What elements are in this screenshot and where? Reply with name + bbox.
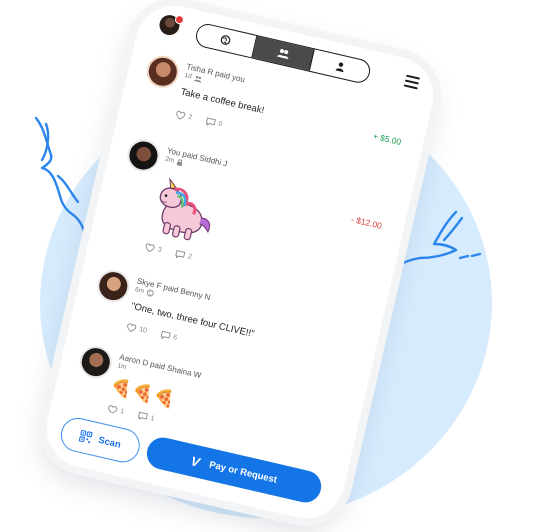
- transaction-amount: + $5.00: [372, 130, 403, 148]
- feed-item-time: 2m: [164, 155, 175, 165]
- tab-public[interactable]: [194, 22, 258, 58]
- pay-or-request-label: Pay or Request: [208, 458, 279, 486]
- notification-dot: [174, 14, 185, 26]
- friends-icon: [276, 48, 288, 60]
- comment-icon: [175, 250, 186, 259]
- tab-mine[interactable]: [310, 49, 371, 83]
- like-button[interactable]: 2: [175, 110, 193, 123]
- qr-code-icon: [79, 429, 93, 444]
- comment-button[interactable]: 0: [205, 117, 223, 130]
- like-button[interactable]: 3: [144, 242, 162, 255]
- feed-item-actions: 3 2: [144, 242, 193, 262]
- heart-icon: [145, 243, 155, 253]
- like-button[interactable]: 10: [126, 322, 148, 335]
- feed-item-time: 6m: [134, 286, 145, 296]
- feed-item-time: 1d: [183, 71, 193, 81]
- avatar[interactable]: [76, 342, 115, 382]
- scan-label: Scan: [97, 434, 122, 451]
- avatar[interactable]: [143, 52, 183, 91]
- like-count: 10: [138, 326, 148, 335]
- comment-count: 6: [172, 333, 178, 342]
- avatar[interactable]: [94, 266, 133, 306]
- venmo-logo-icon: V: [189, 452, 202, 470]
- feed-item-actions: 10 6: [126, 322, 178, 342]
- feed-item-meta: 1m: [117, 362, 127, 371]
- heart-icon: [176, 110, 186, 120]
- comment-count: 2: [186, 253, 193, 261]
- heart-icon: [127, 323, 137, 332]
- globe-icon: [220, 35, 231, 45]
- like-count: 2: [187, 113, 193, 122]
- unicorn-sticker: [159, 177, 211, 241]
- tab-friends[interactable]: [252, 36, 315, 71]
- comment-count: 0: [217, 120, 223, 129]
- scan-button[interactable]: Scan: [57, 414, 144, 466]
- comment-button[interactable]: 6: [159, 330, 178, 343]
- comment-icon: [205, 117, 216, 126]
- person-icon: [335, 62, 344, 73]
- lock-icon: [176, 159, 183, 167]
- transaction-amount: - $12.00: [350, 214, 383, 231]
- like-count: 3: [156, 246, 163, 254]
- globe-privacy-icon: [146, 289, 154, 297]
- avatar[interactable]: [124, 136, 163, 175]
- comment-icon: [160, 330, 171, 339]
- profile-avatar[interactable]: [157, 13, 185, 38]
- comment-button[interactable]: 2: [174, 249, 192, 262]
- feed-item-actions: 2 0: [175, 110, 224, 130]
- feed-item-message: Take a coffee break!: [179, 86, 266, 117]
- feed-item-time: 1m: [116, 362, 128, 372]
- friends-privacy-icon: [194, 75, 202, 83]
- hamburger-menu-icon[interactable]: [403, 74, 421, 90]
